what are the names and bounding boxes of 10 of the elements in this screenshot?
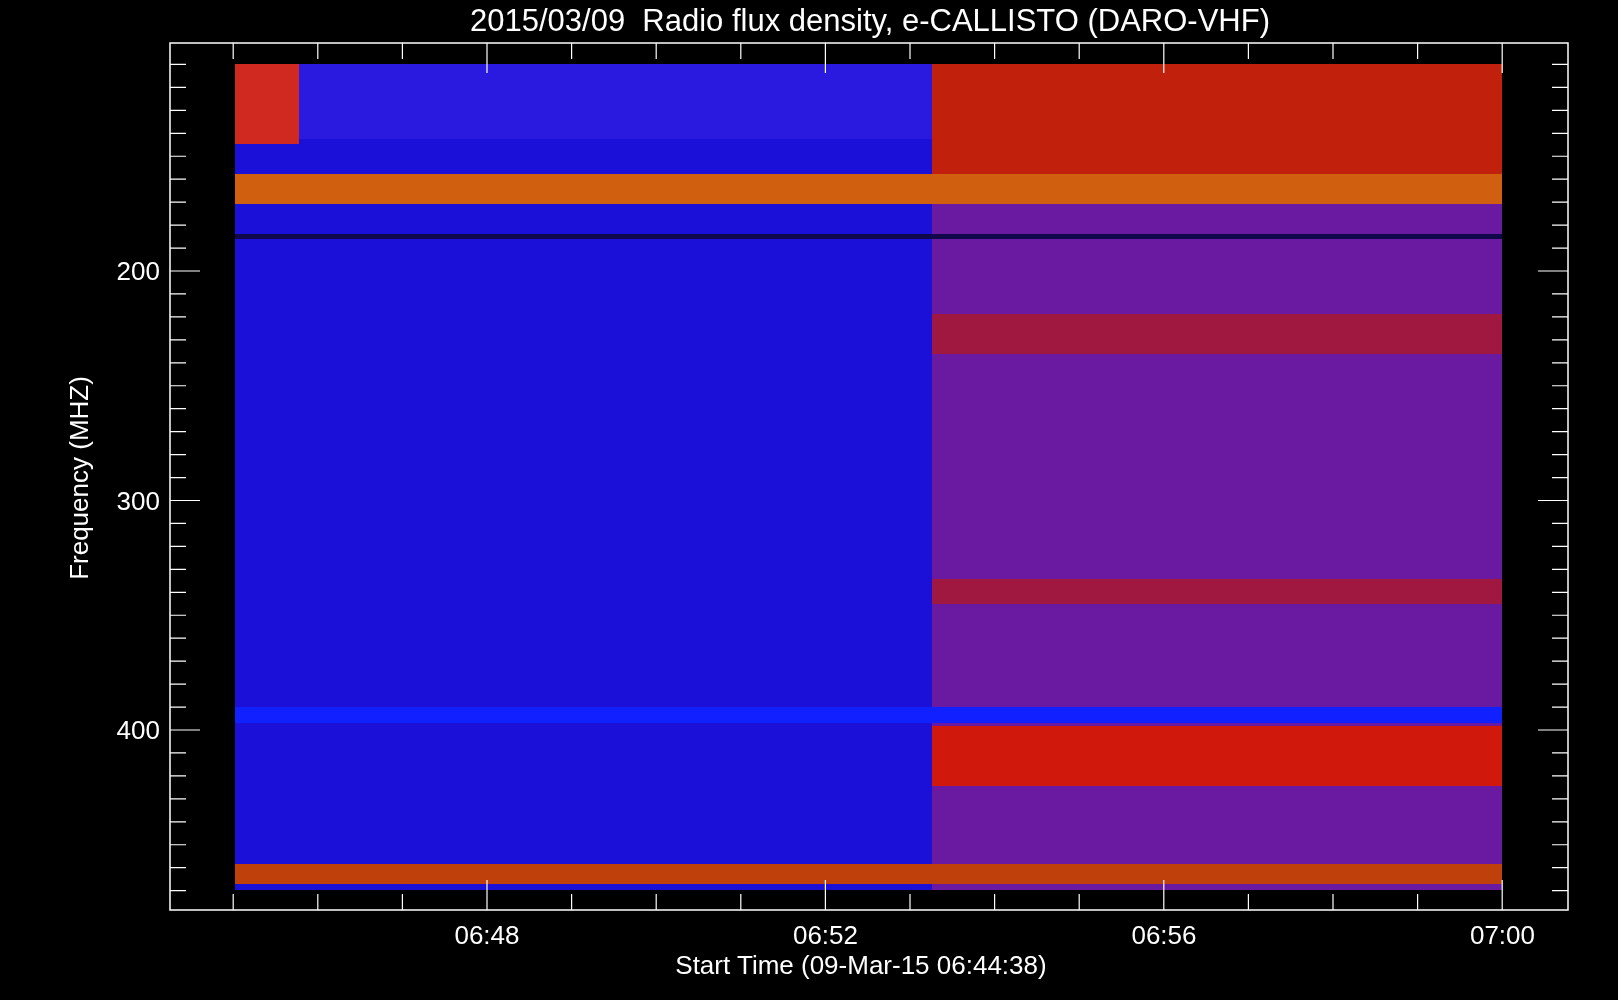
x-tick-label: 06:56	[1131, 920, 1197, 950]
chart-title: 2015/03/09 Radio flux density, e-CALLISTO (DARO-VHF)	[470, 3, 1270, 38]
y-tick-label: 400	[116, 715, 160, 745]
y-axis-label: Frequency (MHZ)	[64, 376, 94, 580]
y-tick-label: 200	[116, 256, 160, 286]
x-tick-label: 06:48	[454, 920, 520, 950]
x-tick-label: 06:52	[792, 920, 859, 950]
x-axis-label: Start Time (09-Mar-15 06:44:38)	[675, 950, 1047, 980]
y-tick-label: 300	[116, 485, 160, 516]
x-tick-label: 07:00	[1469, 920, 1536, 950]
